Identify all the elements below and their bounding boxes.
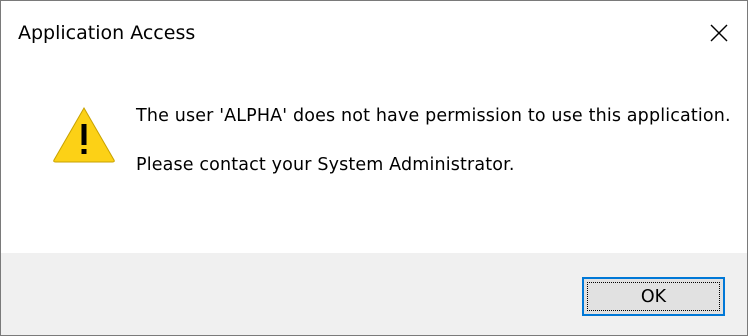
message-line-contact: Please contact your System Administrator… xyxy=(136,155,515,175)
message-dialog: Application Access The user 'ALPHA' does… xyxy=(0,0,748,336)
title-bar[interactable]: Application Access xyxy=(1,1,747,65)
close-button[interactable] xyxy=(691,1,747,65)
message-text: The user 'ALPHA' does not have permissio… xyxy=(136,104,736,178)
ok-button[interactable]: OK xyxy=(582,277,725,316)
warning-icon xyxy=(53,106,115,163)
dialog-content: The user 'ALPHA' does not have permissio… xyxy=(1,65,747,253)
message-line-permission: The user 'ALPHA' does not have permissio… xyxy=(136,106,731,126)
ok-button-label: OK xyxy=(640,286,667,307)
dialog-footer: OK xyxy=(1,253,747,335)
dialog-title: Application Access xyxy=(18,22,196,44)
close-icon xyxy=(710,24,728,42)
